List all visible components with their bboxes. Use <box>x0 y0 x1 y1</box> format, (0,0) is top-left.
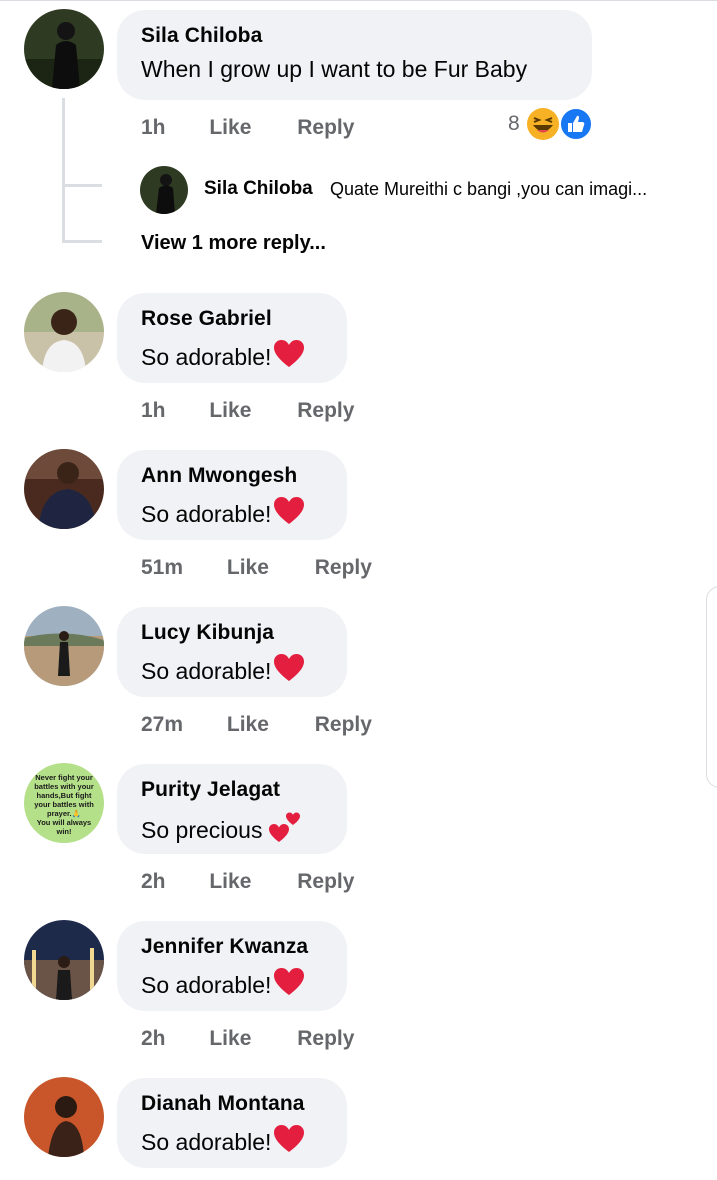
comment-text: So precious <box>141 810 323 850</box>
comment-bubble: Rose Gabriel So adorable! <box>117 293 347 383</box>
comment-actions: 51m Like Reply <box>141 556 372 580</box>
comment-bubble: Purity Jelagat So precious <box>117 764 347 854</box>
reply-button[interactable]: Reply <box>297 870 354 894</box>
view-more-replies[interactable]: View 1 more reply... <box>141 232 326 255</box>
comment-actions: 1h Like Reply <box>141 116 354 140</box>
comment-text: So adorable! <box>141 967 323 1003</box>
comment-text: When I grow up I want to be Fur Baby <box>141 56 528 82</box>
like-button[interactable]: Like <box>209 1027 251 1051</box>
comment-bubble: Jennifer Kwanza So adorable! <box>117 921 347 1011</box>
comment-text: So adorable! <box>141 653 323 689</box>
comment-actions: 1h Like Reply <box>141 399 354 423</box>
top-divider <box>0 0 717 1</box>
reaction-count[interactable]: 8 <box>508 112 520 136</box>
comment-text: So adorable! <box>141 339 323 375</box>
red-heart-icon <box>273 967 305 1003</box>
like-reaction-icon[interactable] <box>559 107 593 146</box>
haha-emoji-icon[interactable] <box>526 107 560 146</box>
avatar[interactable] <box>24 9 104 89</box>
timestamp[interactable]: 1h <box>141 116 166 140</box>
like-button[interactable]: Like <box>227 713 269 737</box>
thread-branch <box>62 184 102 187</box>
red-heart-icon <box>273 1124 305 1160</box>
avatar[interactable] <box>24 920 104 1000</box>
reply-button[interactable]: Reply <box>297 399 354 423</box>
scroll-handle[interactable] <box>706 586 717 788</box>
reply-text: Quate Mureithi c bangi ,you can imagi... <box>330 179 648 199</box>
avatar[interactable] <box>24 449 104 529</box>
reply-button[interactable]: Reply <box>297 116 354 140</box>
reply-button[interactable]: Reply <box>315 556 372 580</box>
commenter-name[interactable]: Ann Mwongesh <box>141 464 323 488</box>
comment-bubble: Ann Mwongesh So adorable! <box>117 450 347 540</box>
comment-actions: 2h Like Reply <box>141 1027 354 1051</box>
like-button[interactable]: Like <box>209 116 251 140</box>
avatar[interactable] <box>24 606 104 686</box>
commenter-name[interactable]: Lucy Kibunja <box>141 621 323 645</box>
red-heart-icon <box>273 339 305 375</box>
thread-line <box>62 98 65 240</box>
timestamp[interactable]: 2h <box>141 1027 166 1051</box>
reply-button[interactable]: Reply <box>315 713 372 737</box>
reply-preview[interactable]: Sila Chiloba Quate Mureithi c bangi ,you… <box>138 166 708 214</box>
commenter-name[interactable]: Purity Jelagat <box>141 778 323 802</box>
two-hearts-icon <box>268 810 302 850</box>
commenter-name[interactable]: Sila Chiloba <box>141 24 568 48</box>
comment-actions: 2h Like Reply <box>141 870 354 894</box>
like-button[interactable]: Like <box>209 870 251 894</box>
comment-actions: 27m Like Reply <box>141 713 372 737</box>
commenter-name[interactable]: Jennifer Kwanza <box>141 935 323 959</box>
avatar[interactable]: Never fight your battles with your hands… <box>24 763 104 843</box>
avatar[interactable] <box>24 292 104 372</box>
avatar[interactable] <box>24 1077 104 1157</box>
commenter-name[interactable]: Rose Gabriel <box>141 307 323 331</box>
reply-button[interactable]: Reply <box>297 1027 354 1051</box>
comment-bubble: Dianah Montana So adorable! <box>117 1078 347 1168</box>
avatar[interactable] <box>140 166 188 214</box>
comment-bubble: Lucy Kibunja So adorable! <box>117 607 347 697</box>
like-button[interactable]: Like <box>227 556 269 580</box>
avatar-poster-text: Never fight your battles with your hands… <box>34 773 94 836</box>
red-heart-icon <box>273 653 305 689</box>
timestamp[interactable]: 51m <box>141 556 183 580</box>
timestamp[interactable]: 2h <box>141 870 166 894</box>
thread-branch <box>62 240 102 243</box>
comment-bubble: Sila Chiloba When I grow up I want to be… <box>117 10 592 100</box>
commenter-name[interactable]: Dianah Montana <box>141 1092 323 1116</box>
like-button[interactable]: Like <box>209 399 251 423</box>
reply-author[interactable]: Sila Chiloba <box>204 178 313 200</box>
timestamp[interactable]: 27m <box>141 713 183 737</box>
red-heart-icon <box>273 496 305 532</box>
comment-text: So adorable! <box>141 496 323 532</box>
timestamp[interactable]: 1h <box>141 399 166 423</box>
comment-text: So adorable! <box>141 1124 323 1160</box>
